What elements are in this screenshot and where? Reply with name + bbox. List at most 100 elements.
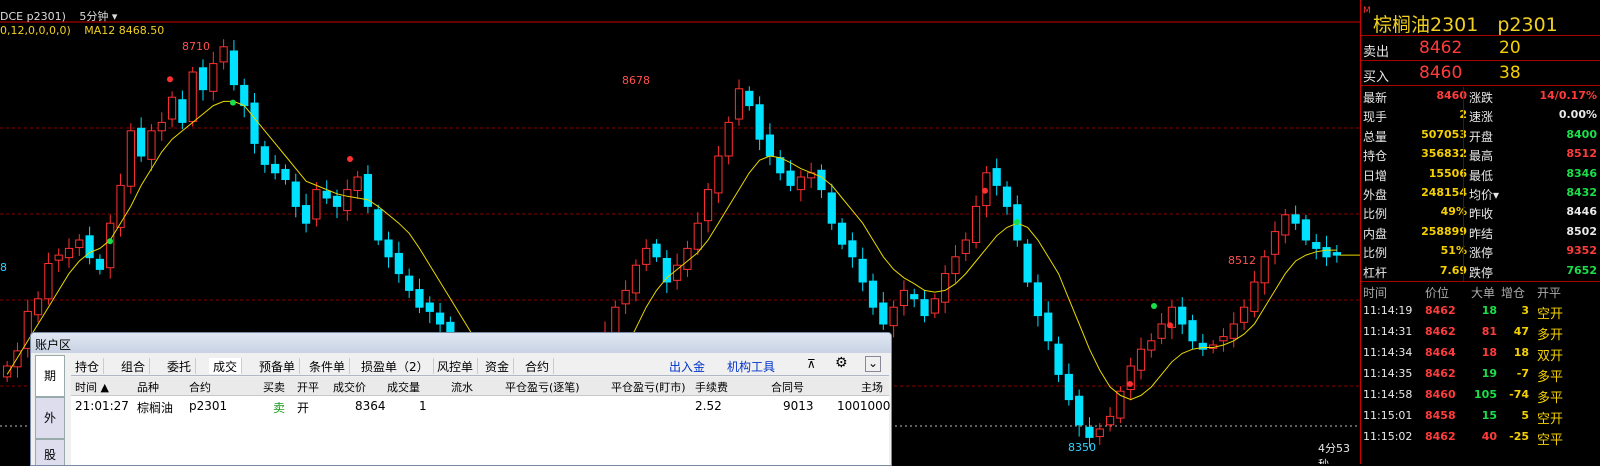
quote-row: 现手2速涨0.00% xyxy=(1361,106,1600,125)
stat-label: 最低 xyxy=(1469,168,1494,183)
tick-price: 8460 xyxy=(1425,388,1456,401)
stat-value: 8502 xyxy=(1566,224,1597,238)
candle-body xyxy=(848,240,857,258)
tab-7[interactable]: 风控单 xyxy=(433,358,479,374)
column-header[interactable]: 合约 xyxy=(189,379,211,395)
tick-row[interactable]: 11:14:34 8464 18 18 双开 xyxy=(1361,344,1600,364)
cell-contract: p2301 xyxy=(189,399,228,413)
buy-row[interactable]: 买入 8460 38 xyxy=(1361,63,1600,85)
tick-price: 8458 xyxy=(1425,409,1456,422)
tab-1[interactable]: 组合 xyxy=(117,358,151,374)
candle-body xyxy=(425,302,434,312)
candle-body xyxy=(714,155,723,194)
candle-body xyxy=(75,239,84,249)
chevron-down-icon[interactable]: ▾ xyxy=(112,10,118,23)
period-selector[interactable]: 5分钟 xyxy=(79,10,108,23)
tick-delta: 3 xyxy=(1521,304,1529,317)
pin-icon[interactable]: ⊼ xyxy=(807,357,816,371)
gear-icon[interactable]: ⚙ xyxy=(835,355,848,371)
tab-8[interactable]: 资金 xyxy=(481,358,515,374)
institution-tools-link[interactable]: 机构工具 xyxy=(727,358,775,375)
candle-body xyxy=(322,190,331,199)
column-header[interactable]: 开平 xyxy=(297,379,319,395)
candle-body xyxy=(889,306,898,327)
stat-label: 日增 xyxy=(1363,168,1388,183)
side-tab-stock[interactable]: 股 xyxy=(35,439,65,465)
signal-dot xyxy=(982,187,988,194)
low-marker-1: 8350 xyxy=(1068,441,1096,454)
candle-body xyxy=(394,252,403,275)
quote-row: 比例 49% 昨收 8446 xyxy=(1361,203,1600,222)
column-header[interactable]: 主场 xyxy=(861,379,883,395)
candle-body xyxy=(1332,252,1341,256)
tab-3[interactable]: 成交 xyxy=(209,358,243,374)
tab-4[interactable]: 预备单 xyxy=(255,358,301,374)
sell-row[interactable]: 卖出 8462 20 xyxy=(1361,38,1600,60)
column-header[interactable]: 成交价 xyxy=(333,379,366,395)
side-tab-foreign[interactable]: 外 xyxy=(35,397,65,439)
candle-body xyxy=(219,46,228,63)
signal-dot xyxy=(107,238,113,245)
account-panel[interactable]: 账户区 期 外 股 合约 资金 风控单 损盈单（2） 条件单 预备单 成交 委托 组合 持仓 出入… xyxy=(30,332,892,466)
candle-body xyxy=(1260,256,1269,284)
tab-5[interactable]: 条件单 xyxy=(305,358,351,374)
quote-row: 持仓 356832 最高 8512 xyxy=(1361,145,1600,164)
candle-body xyxy=(209,63,218,92)
stat-value: 7652 xyxy=(1566,263,1597,277)
stat-value: 258899 xyxy=(1421,224,1467,238)
candle-body xyxy=(250,102,259,144)
candle-body xyxy=(724,121,733,157)
tick-openclose: 多开 xyxy=(1537,328,1564,343)
tab-9[interactable]: 合约 xyxy=(521,358,555,374)
stat-label: 昨收 xyxy=(1469,207,1494,222)
side-tabs[interactable]: 期 外 股 xyxy=(35,355,65,465)
column-header[interactable]: 品种 xyxy=(137,379,159,395)
instrument-title: 棕榈油2301 p2301 xyxy=(1373,14,1558,36)
divider xyxy=(1361,60,1600,61)
symbol-label: DCE p2301) xyxy=(0,10,66,23)
table-row[interactable]: 21:01:27 棕榈油 p2301 卖 开 8364 1 2.52 9013 … xyxy=(71,397,890,415)
tick-row[interactable]: 11:14:58 8460 105 -74 多平 xyxy=(1361,386,1600,406)
column-header[interactable]: 平仓盈亏(逐笔) xyxy=(505,379,580,395)
column-header[interactable]: 平仓盈亏(盯市) xyxy=(611,379,686,395)
collapse-icon[interactable]: ⌄ xyxy=(865,356,881,372)
buy-price: 8460 xyxy=(1419,63,1463,83)
tick-row[interactable]: 11:15:02 8462 40 -25 空平 xyxy=(1361,428,1600,448)
candle-body xyxy=(1044,312,1053,342)
tab-0[interactable]: 持仓 xyxy=(71,358,105,374)
tick-header-cell: 时间 xyxy=(1363,286,1388,300)
tick-row[interactable]: 11:14:35 8462 19 -7 多平 xyxy=(1361,365,1600,385)
candle-body xyxy=(951,256,960,275)
column-header[interactable]: 买卖 xyxy=(263,379,285,395)
tick-row[interactable]: 11:14:19 8462 18 3 空开 xyxy=(1361,302,1600,322)
tick-row[interactable]: 11:14:31 8462 81 47 多开 xyxy=(1361,323,1600,343)
quote-panel: M 棕榈油2301 p2301 卖出 8462 20 买入 8460 38 最新… xyxy=(1360,0,1600,464)
tab-6[interactable]: 损盈单（2） xyxy=(357,358,434,374)
account-tabs[interactable]: 合约 资金 风控单 损盈单（2） 条件单 预备单 成交 委托 组合 持仓 出入金 机构工具 ⊼ ⚙… xyxy=(71,355,889,376)
candle-body xyxy=(374,209,383,241)
column-header[interactable]: 手续费 xyxy=(695,379,728,395)
stat-label: 比例 xyxy=(1363,207,1388,222)
column-header[interactable]: 成交量 xyxy=(387,379,420,395)
candle-body xyxy=(1064,373,1073,401)
stat-label: 比例 xyxy=(1363,246,1388,261)
candle-body xyxy=(868,280,878,308)
signal-dot xyxy=(167,76,173,83)
tab-2[interactable]: 委托 xyxy=(163,358,197,374)
candle-body xyxy=(611,306,620,333)
candle-body xyxy=(755,104,764,140)
tick-openclose: 空开 xyxy=(1537,412,1564,427)
column-header[interactable]: 时间 ▲ xyxy=(75,379,109,395)
candle-body xyxy=(1188,320,1197,342)
column-header[interactable]: 流水 xyxy=(451,379,473,395)
deposit-link[interactable]: 出入金 xyxy=(669,358,705,375)
candle-body xyxy=(1178,306,1187,325)
left-price-tick: 8 xyxy=(0,261,7,274)
tick-row[interactable]: 11:15:01 8458 15 5 空开 xyxy=(1361,407,1600,427)
candle-body xyxy=(631,264,641,294)
side-tab-futures[interactable]: 期 xyxy=(35,355,65,397)
stat-label: 内盘 xyxy=(1363,226,1388,241)
candle-body xyxy=(1157,323,1166,339)
candle-body xyxy=(1033,282,1043,317)
column-header[interactable]: 合同号 xyxy=(771,379,804,395)
